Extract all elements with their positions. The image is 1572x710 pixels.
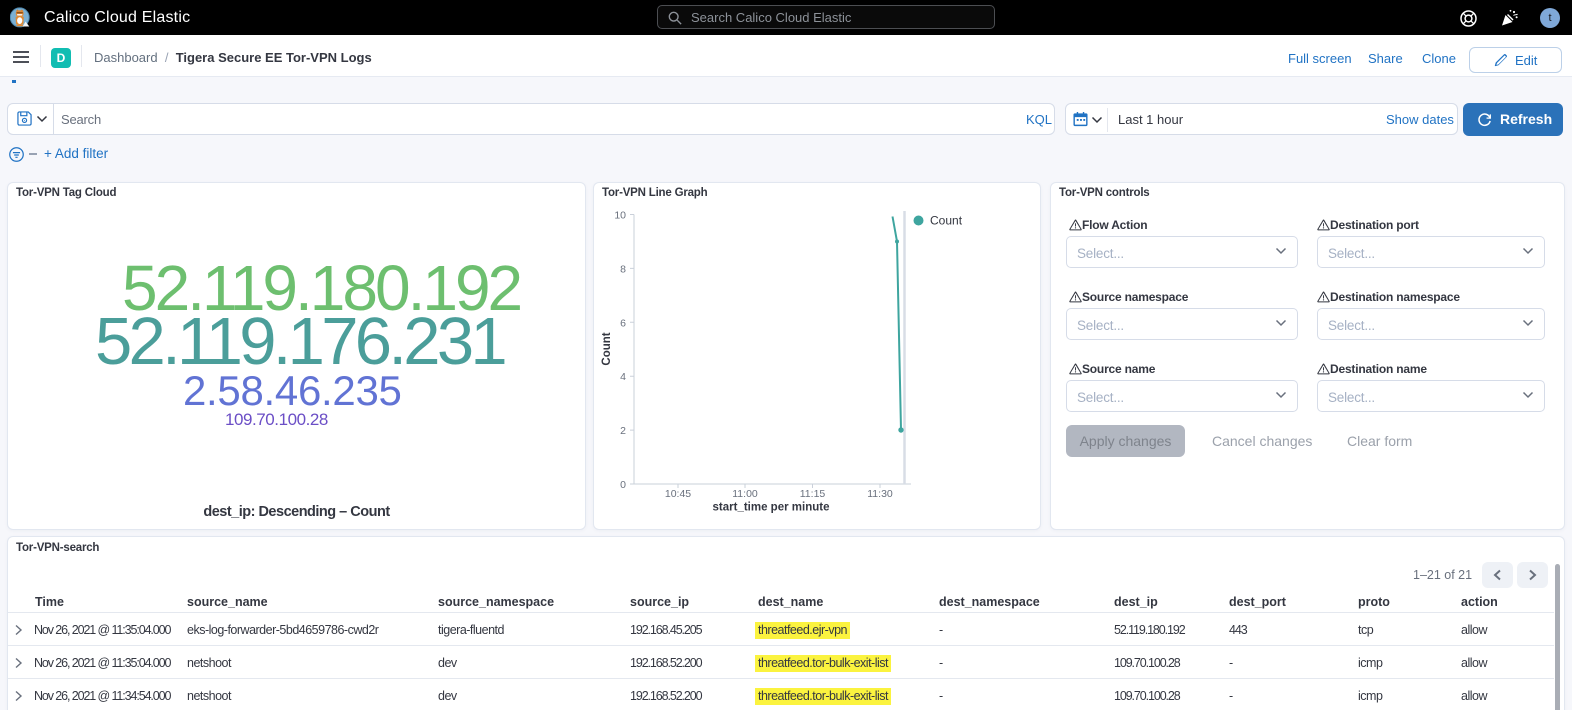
svg-text:6: 6 (620, 317, 626, 329)
svg-text:Count: Count (930, 214, 963, 228)
svg-text:10:45: 10:45 (665, 488, 691, 500)
svg-text:0: 0 (620, 479, 626, 491)
svg-text:start_time per minute: start_time per minute (713, 502, 830, 514)
svg-text:11:15: 11:15 (800, 488, 826, 500)
svg-text:Count: Count (601, 332, 613, 365)
svg-text:8: 8 (620, 263, 626, 275)
svg-text:11:30: 11:30 (867, 488, 893, 500)
svg-text:2: 2 (620, 425, 626, 437)
svg-text:4: 4 (620, 371, 626, 383)
svg-text:10: 10 (614, 210, 626, 222)
svg-text:11:00: 11:00 (732, 488, 758, 500)
